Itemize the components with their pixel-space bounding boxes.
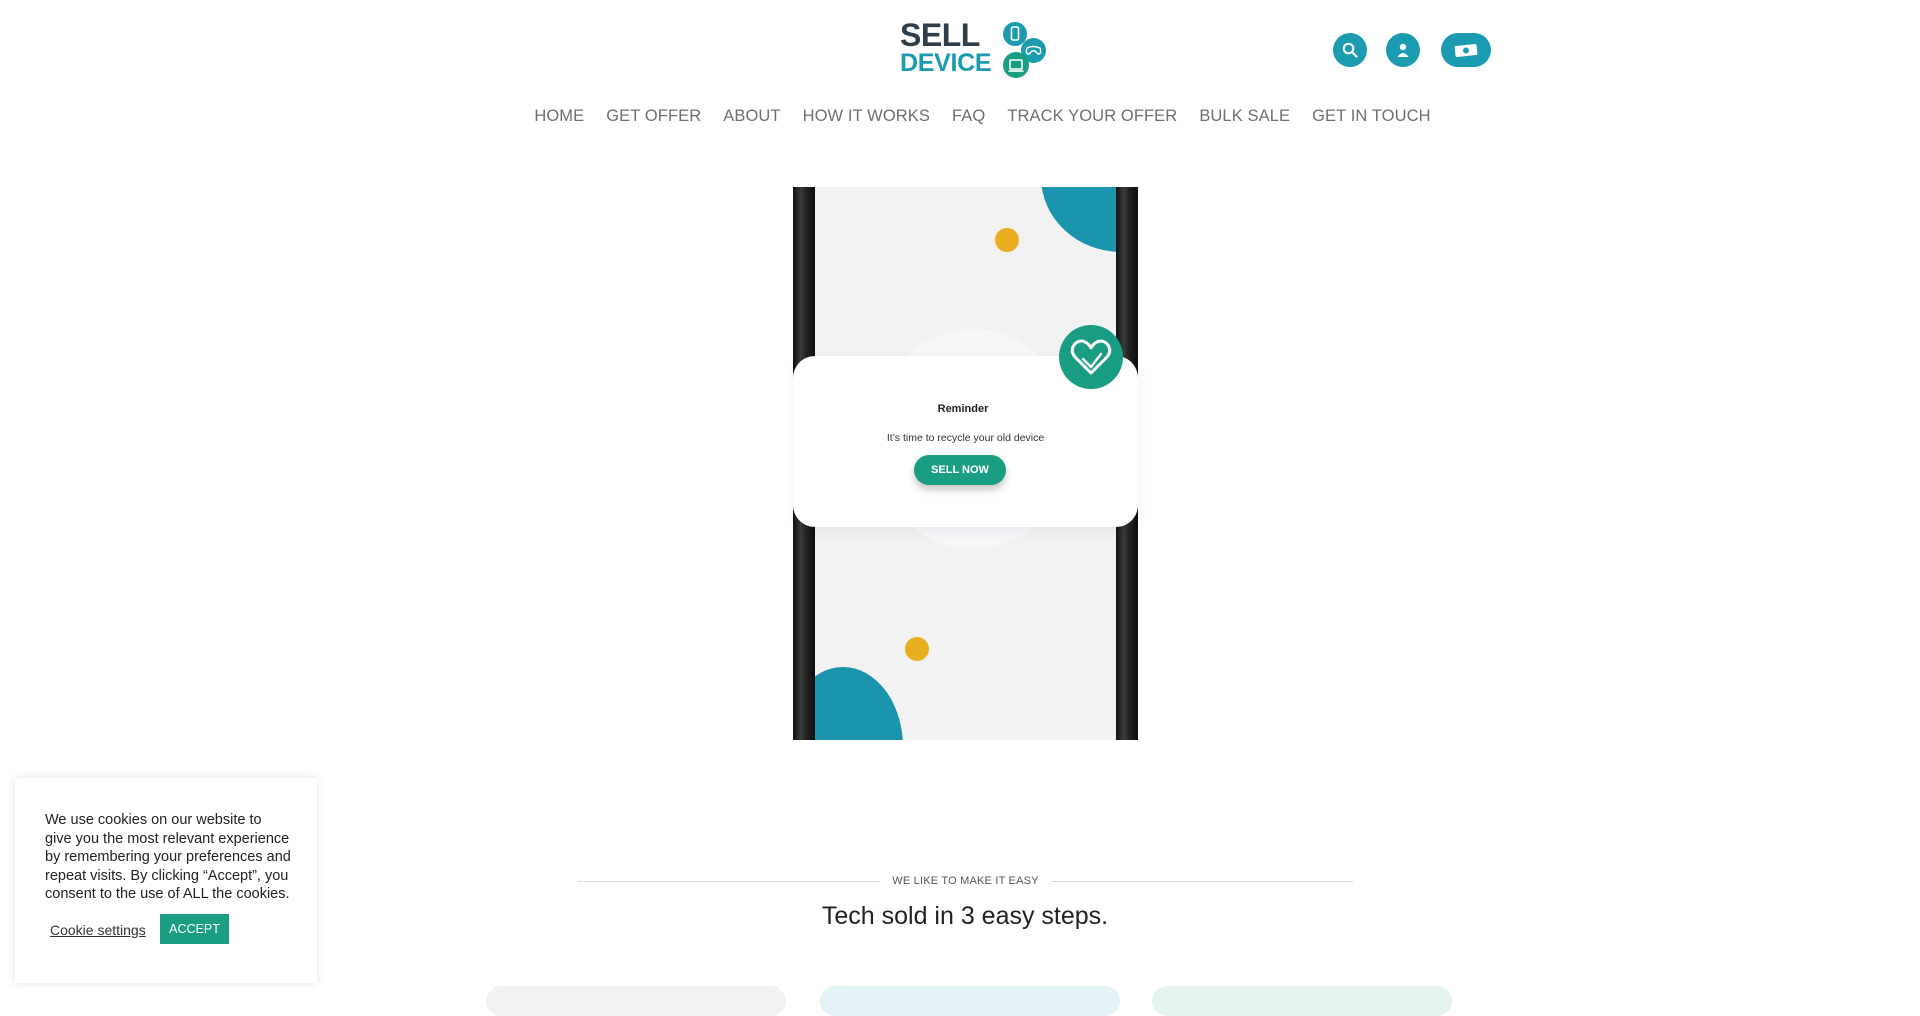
main-nav: HOME GET OFFER ABOUT HOW IT WORKS FAQ TR…	[0, 107, 1920, 131]
heart-badge	[1059, 325, 1123, 389]
cookie-settings-link[interactable]: Cookie settings	[50, 922, 146, 938]
logo-laptop-dot	[1003, 52, 1029, 78]
divider-line	[1050, 880, 1353, 882]
sell-now-button[interactable]: SELL NOW	[914, 455, 1006, 485]
nav-get-offer[interactable]: GET OFFER	[606, 107, 701, 131]
nav-about[interactable]: ABOUT	[723, 107, 780, 131]
cookie-banner: We use cookies on our website to give yo…	[15, 778, 317, 983]
nav-bulk-sale[interactable]: BULK SALE	[1199, 107, 1290, 131]
nav-faq[interactable]: FAQ	[952, 107, 985, 131]
cookie-accept-button[interactable]: ACCEPT	[160, 914, 229, 944]
nav-home[interactable]: HOME	[534, 107, 584, 131]
site-logo[interactable]: SELL DEVICE	[900, 17, 1050, 82]
reminder-title: Reminder	[937, 403, 989, 415]
reminder-text: It’s time to recycle your old device	[886, 432, 1045, 444]
yellow-dot-bottom	[905, 637, 929, 661]
heart-recycle-icon	[1070, 339, 1112, 375]
nav-get-in-touch[interactable]: GET IN TOUCH	[1312, 107, 1431, 131]
section-eyebrow: WE LIKE TO MAKE IT EASY	[892, 875, 1039, 887]
nav-track-offer[interactable]: TRACK YOUR OFFER	[1007, 107, 1177, 131]
offer-cart-button[interactable]	[1441, 33, 1491, 67]
divider-line	[578, 880, 881, 882]
search-icon	[1342, 42, 1358, 58]
laptop-icon	[1008, 59, 1024, 72]
cookie-message: We use cookies on our website to give yo…	[45, 812, 291, 902]
step-card-1	[486, 986, 786, 1016]
search-button[interactable]	[1333, 33, 1367, 67]
step-card-2	[820, 986, 1120, 1016]
nav-how-it-works[interactable]: HOW IT WORKS	[803, 107, 930, 131]
logo-text-device: DEVICE	[900, 49, 992, 77]
step-card-3	[1152, 986, 1452, 1016]
yellow-dot-top	[995, 228, 1019, 252]
account-button[interactable]	[1386, 33, 1420, 67]
cash-icon	[1454, 44, 1478, 57]
logo-text-sell: SELL	[900, 17, 980, 53]
section-label-row: WE LIKE TO MAKE IT EASY	[578, 874, 1353, 888]
user-icon	[1397, 43, 1409, 57]
